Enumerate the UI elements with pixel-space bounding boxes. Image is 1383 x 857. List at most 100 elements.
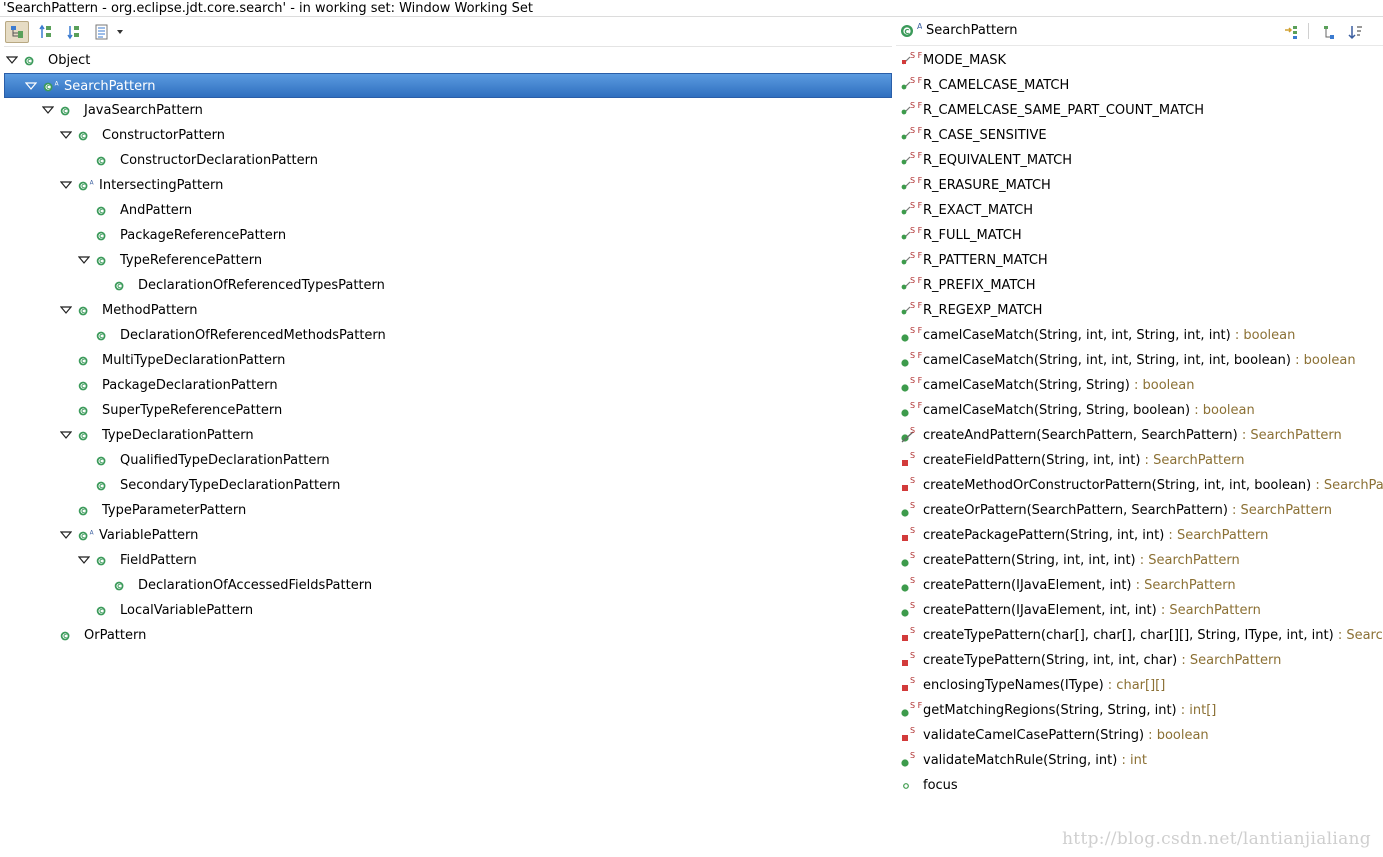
member-name: R_PREFIX_MATCH (923, 278, 1036, 293)
member-item[interactable]: S FcamelCaseMatch(String, String, boolea… (896, 398, 1383, 423)
member-item[interactable]: S F R_EXACT_MATCH (896, 198, 1383, 223)
tree-node-label: DeclarationOfReferencedTypesPattern (138, 278, 385, 293)
tree-node[interactable]: C JavaSearchPattern (4, 98, 892, 123)
member-return-type: : int[] (1176, 703, 1217, 718)
sort-members-button[interactable] (1347, 22, 1367, 42)
tree-node[interactable]: C ConstructorDeclarationPattern (4, 148, 892, 173)
member-signature: R_EQUIVALENT_MATCH (923, 153, 1072, 168)
member-item[interactable]: S F R_FULL_MATCH (896, 223, 1383, 248)
tree-node[interactable]: C Object (4, 48, 892, 73)
show-type-hierarchy-button[interactable] (5, 21, 29, 43)
tree-node[interactable]: C PackageReferencePattern (4, 223, 892, 248)
member-signature: createPackagePattern(String, int, int) :… (923, 528, 1268, 543)
tree-node[interactable]: C ConstructorPattern (4, 123, 892, 148)
tree-node[interactable]: C MethodPattern (4, 298, 892, 323)
svg-text:C: C (99, 334, 103, 340)
member-name: createFieldPattern(String, int, int) (923, 453, 1141, 468)
tree-node[interactable]: C DeclarationOfReferencedMethodsPattern (4, 323, 892, 348)
member-item[interactable]: SenclosingTypeNames(IType) : char[][] (896, 673, 1383, 698)
list-layout-icon (95, 24, 108, 40)
member-return-type: : char[][] (1103, 678, 1166, 693)
member-item[interactable]: SvalidateCamelCasePattern(String) : bool… (896, 723, 1383, 748)
lock-view-button[interactable] (1319, 22, 1339, 42)
member-item[interactable]: ScreateMethodOrConstructorPattern(String… (896, 473, 1383, 498)
collapse-triangle-icon[interactable] (60, 129, 72, 141)
member-item[interactable]: S FgetMatchingRegions(String, String, in… (896, 698, 1383, 723)
tree-node-label: DeclarationOfAccessedFieldsPattern (138, 578, 373, 593)
tree-node[interactable]: C FieldPattern (4, 548, 892, 573)
member-item[interactable]: ScreateTypePattern(char[], char[], char[… (896, 623, 1383, 648)
member-name: camelCaseMatch(String, int, int, String,… (923, 353, 1291, 368)
collapse-triangle-icon[interactable] (6, 54, 18, 66)
member-item[interactable]: ScreatePattern(String, int, int, int) : … (896, 548, 1383, 573)
member-item[interactable]: ScreatePattern(IJavaElement, int, int) :… (896, 598, 1383, 623)
member-item[interactable]: ScreatePattern(IJavaElement, int) : Sear… (896, 573, 1383, 598)
class-icon: C (96, 231, 106, 241)
member-item[interactable]: ScreateTypePattern(String, int, int, cha… (896, 648, 1383, 673)
collapse-triangle-icon[interactable] (78, 554, 90, 566)
member-item[interactable]: ScreateAndPattern(SearchPattern, SearchP… (896, 423, 1383, 448)
show-supertype-hierarchy-button[interactable] (34, 21, 58, 43)
svg-text:C: C (63, 109, 67, 115)
tree-node[interactable]: C MultiTypeDeclarationPattern (4, 348, 892, 373)
class-icon: C (114, 581, 124, 591)
tree-node-label: JavaSearchPattern (84, 103, 203, 118)
private-method-icon: S (902, 676, 915, 691)
member-signature: getMatchingRegions(String, String, int) … (923, 703, 1216, 718)
member-item[interactable]: focus (896, 773, 1383, 798)
tree-node[interactable]: C TypeDeclarationPattern (4, 423, 892, 448)
layout-menu-button[interactable] (90, 21, 114, 43)
member-item[interactable]: ScreatePackagePattern(String, int, int) … (896, 523, 1383, 548)
tree-node[interactable]: C A IntersectingPattern (4, 173, 892, 198)
collapse-triangle-icon[interactable] (60, 304, 72, 316)
member-item[interactable]: ScreateFieldPattern(String, int, int) : … (896, 448, 1383, 473)
private-method-icon: S (902, 526, 915, 541)
member-item[interactable]: S FcamelCaseMatch(String, int, int, Stri… (896, 348, 1383, 373)
tree-node[interactable]: C A VariablePattern (4, 523, 892, 548)
tree-node[interactable]: C SecondaryTypeDeclarationPattern (4, 473, 892, 498)
member-item[interactable]: S F MODE_MASK (896, 48, 1383, 73)
show-subtype-hierarchy-button[interactable] (62, 21, 86, 43)
member-item[interactable]: S F R_REGEXP_MATCH (896, 298, 1383, 323)
tree-node[interactable]: C PackageDeclarationPattern (4, 373, 892, 398)
collapse-triangle-icon[interactable] (25, 80, 37, 92)
member-item[interactable]: S F R_CASE_SENSITIVE (896, 123, 1383, 148)
member-item[interactable]: ScreateOrPattern(SearchPattern, SearchPa… (896, 498, 1383, 523)
member-signature: createMethodOrConstructorPattern(String,… (923, 478, 1383, 493)
member-item[interactable]: S F R_EQUIVALENT_MATCH (896, 148, 1383, 173)
tree-node[interactable]: C LocalVariablePattern (4, 598, 892, 623)
tree-node[interactable]: C QualifiedTypeDeclarationPattern (4, 448, 892, 473)
member-name: focus (923, 778, 958, 793)
tree-node[interactable]: C AndPattern (4, 198, 892, 223)
member-return-type: : SearchPattern (1131, 578, 1236, 593)
tree-node[interactable]: C SuperTypeReferencePattern (4, 398, 892, 423)
tree-node[interactable]: C DeclarationOfAccessedFieldsPattern (4, 573, 892, 598)
tree-node[interactable]: C OrPattern (4, 623, 892, 648)
member-item[interactable]: SvalidateMatchRule(String, int) : int (896, 748, 1383, 773)
member-item[interactable]: S FcamelCaseMatch(String, String) : bool… (896, 373, 1383, 398)
tree-node[interactable]: C TypeParameterPattern (4, 498, 892, 523)
member-item[interactable]: S F R_PREFIX_MATCH (896, 273, 1383, 298)
member-item[interactable]: S F R_CAMELCASE_MATCH (896, 73, 1383, 98)
hierarchy-lock-icon (1324, 26, 1334, 39)
svg-text:C: C (81, 434, 85, 440)
collapse-triangle-icon[interactable] (60, 179, 72, 191)
public-method-icon: S F (901, 351, 922, 367)
member-item[interactable]: S F R_ERASURE_MATCH (896, 173, 1383, 198)
collapse-triangle-icon[interactable] (78, 254, 90, 266)
tree-node[interactable]: C A SearchPattern (4, 73, 892, 98)
tree-node[interactable]: C DeclarationOfReferencedTypesPattern (4, 273, 892, 298)
tree-node-label: Object (48, 53, 91, 68)
tree-node[interactable]: C TypeReferencePattern (4, 248, 892, 273)
view-menu-dropdown[interactable] (113, 21, 127, 43)
collapse-triangle-icon[interactable] (42, 104, 54, 116)
svg-text:C: C (99, 159, 103, 165)
member-name: createPattern(String, int, int, int) (923, 553, 1136, 568)
svg-text:S F: S F (910, 76, 922, 85)
collapse-triangle-icon[interactable] (60, 429, 72, 441)
member-item[interactable]: S F R_PATTERN_MATCH (896, 248, 1383, 273)
member-item[interactable]: S FcamelCaseMatch(String, int, int, Stri… (896, 323, 1383, 348)
show-inherited-members-button[interactable] (1281, 22, 1301, 42)
member-item[interactable]: S F R_CAMELCASE_SAME_PART_COUNT_MATCH (896, 98, 1383, 123)
collapse-triangle-icon[interactable] (60, 529, 72, 541)
